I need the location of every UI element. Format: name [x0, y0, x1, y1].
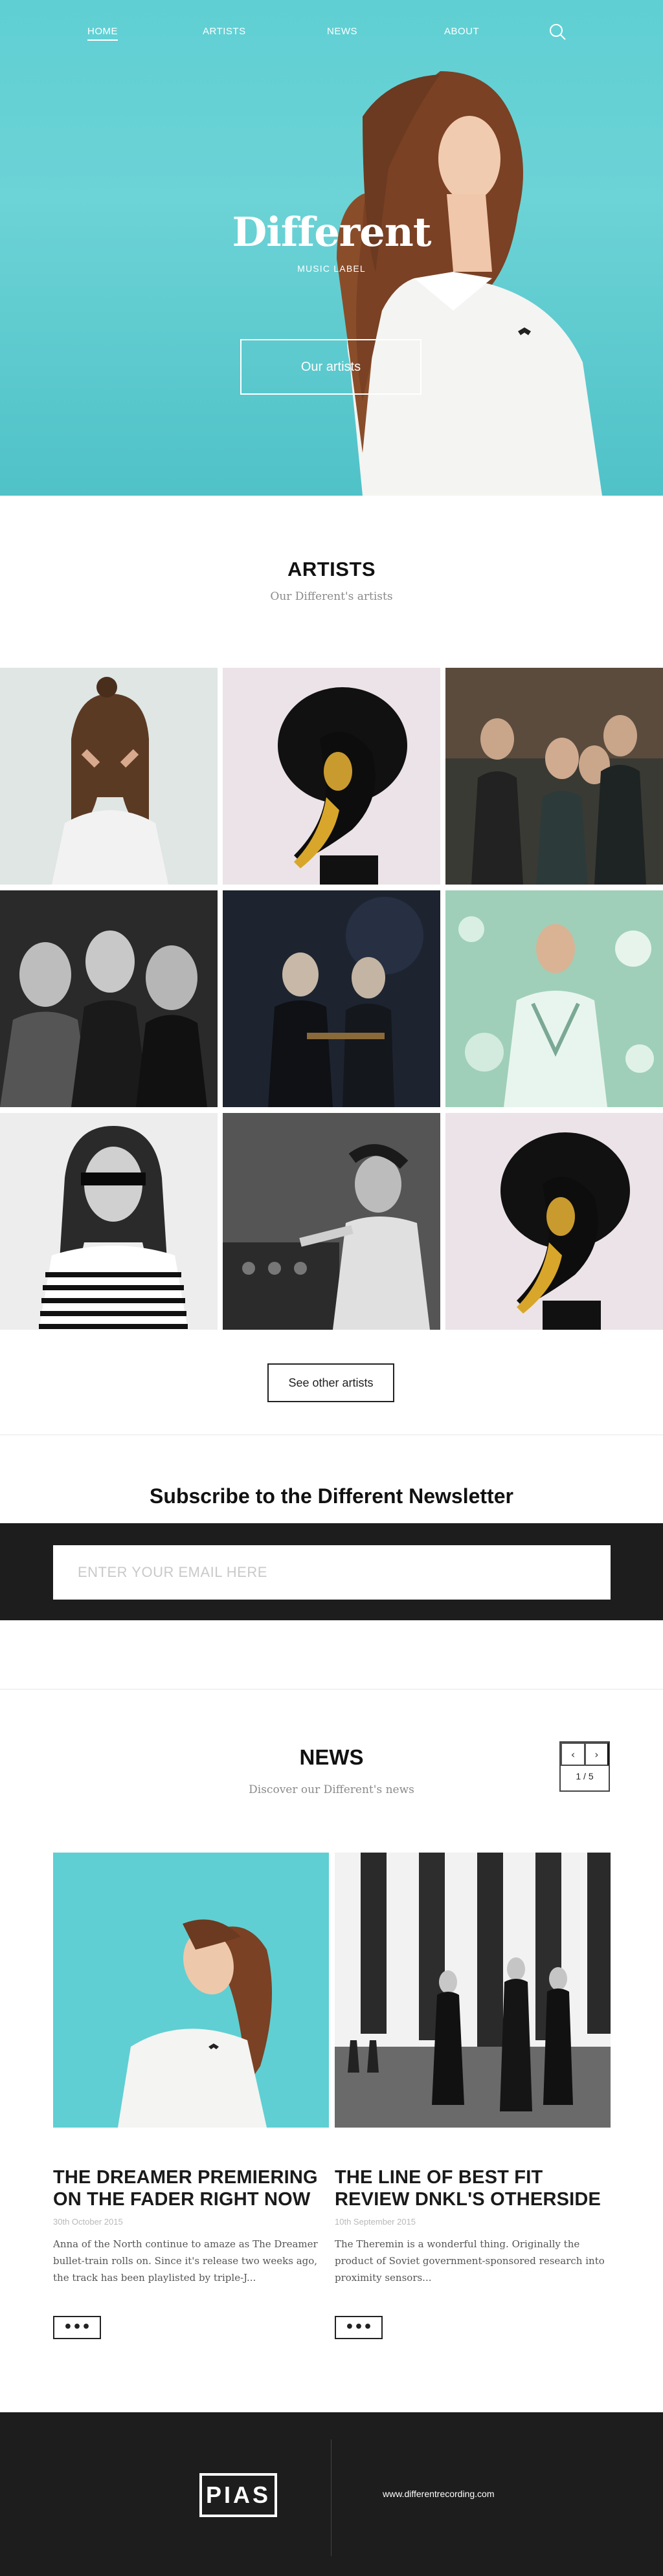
- nav-item-about[interactable]: ABOUT: [444, 26, 479, 37]
- newsletter-title: Subscribe to the Different Newsletter: [150, 1484, 513, 1508]
- pager-count: 1 / 5: [576, 1771, 594, 1781]
- artist-tile[interactable]: [223, 668, 440, 885]
- artist-tile[interactable]: [0, 668, 218, 885]
- nav-item-home[interactable]: HOME: [87, 26, 118, 41]
- artists-grid: [0, 668, 663, 1330]
- news-card-excerpt: The Theremin is a wonderful thing. Origi…: [335, 2238, 605, 2284]
- news-card-title[interactable]: THE LINE OF BEST FIT REVIEW DNKL'S OTHER…: [335, 2166, 611, 2210]
- read-more-button[interactable]: •••: [335, 2316, 383, 2339]
- search-icon[interactable]: [548, 22, 567, 41]
- hero-title: Different: [232, 208, 432, 256]
- news-card-excerpt: Anna of the North continue to amaze as T…: [53, 2238, 318, 2284]
- artist-tile[interactable]: [0, 1113, 218, 1330]
- pager-prev-button[interactable]: ‹: [561, 1743, 585, 1766]
- artist-tile[interactable]: [445, 1113, 663, 1330]
- news-section: NEWS Discover our Different's news ‹ › 1…: [0, 1690, 663, 2412]
- artist-tile[interactable]: [445, 890, 663, 1107]
- news-card-image[interactable]: [53, 1853, 329, 2128]
- news-card-title[interactable]: THE DREAMER PREMIERING ON THE FADER RIGH…: [53, 2166, 329, 2210]
- news-card-date: 30th October 2015: [53, 2217, 123, 2227]
- our-artists-button[interactable]: Our artists: [240, 339, 421, 395]
- footer-divider: [331, 2439, 332, 2556]
- newsletter-bar: [0, 1523, 663, 1620]
- see-other-artists-button[interactable]: See other artists: [267, 1363, 394, 1402]
- nav-item-artists[interactable]: ARTISTS: [203, 26, 246, 37]
- artists-subtitle: Our Different's artists: [270, 590, 393, 603]
- hero-section: HOME ARTISTS NEWS ABOUT Different MUSIC …: [0, 0, 663, 496]
- news-card: THE DREAMER PREMIERING ON THE FADER RIGH…: [53, 1853, 329, 2339]
- footer: PIAS www.differentrecording.com: [0, 2412, 663, 2576]
- artist-tile[interactable]: [223, 1113, 440, 1330]
- pager-next-button[interactable]: ›: [585, 1743, 609, 1766]
- news-card-date: 10th September 2015: [335, 2217, 416, 2227]
- nav-item-news[interactable]: NEWS: [327, 26, 357, 37]
- email-field[interactable]: [53, 1545, 611, 1600]
- pias-logo[interactable]: PIAS: [199, 2473, 277, 2517]
- read-more-button[interactable]: •••: [53, 2316, 101, 2339]
- artists-section: ARTISTS Our Different's artists See othe…: [0, 496, 663, 1435]
- artists-title: ARTISTS: [287, 558, 376, 580]
- artist-tile[interactable]: [223, 890, 440, 1107]
- website-link[interactable]: www.differentrecording.com: [383, 2489, 494, 2499]
- news-card-image[interactable]: [335, 1853, 611, 2128]
- artist-tile[interactable]: [445, 668, 663, 885]
- main-nav: HOME ARTISTS NEWS ABOUT: [0, 22, 663, 41]
- newsletter-section: Subscribe to the Different Newsletter: [0, 1435, 663, 1689]
- hero-subtitle: MUSIC LABEL: [297, 263, 366, 274]
- news-card: THE LINE OF BEST FIT REVIEW DNKL'S OTHER…: [335, 1853, 611, 2339]
- news-pager: ‹ › 1 / 5: [559, 1741, 610, 1792]
- artist-tile[interactable]: [0, 890, 218, 1107]
